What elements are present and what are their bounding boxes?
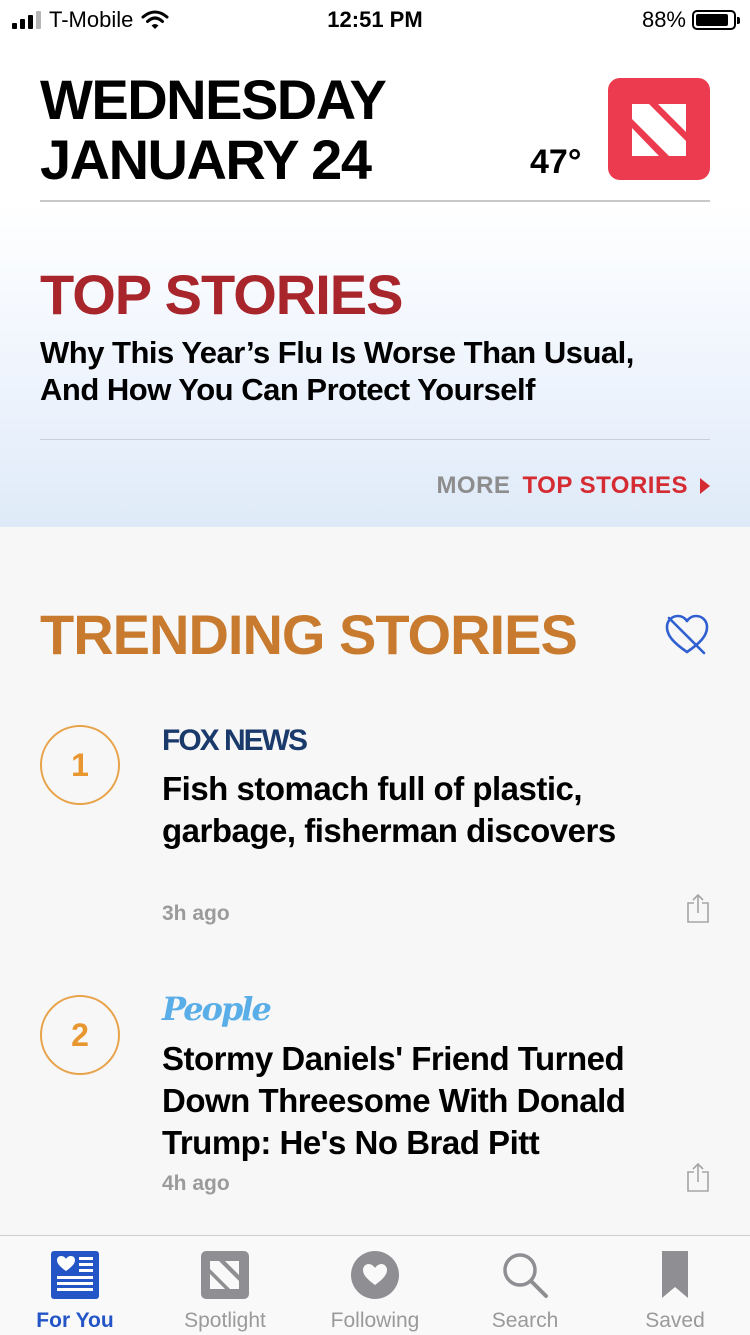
search-icon: [503, 1253, 548, 1298]
top-story-headline[interactable]: Why This Year’s Flu Is Worse Than Usual,…: [40, 334, 690, 408]
tab-label: For You: [36, 1309, 114, 1332]
weather-temperature[interactable]: 47°: [530, 143, 581, 182]
tab-label: Spotlight: [184, 1309, 266, 1332]
bookmark-icon: [662, 1251, 688, 1298]
share-icon[interactable]: [686, 1162, 710, 1192]
status-right: 88%: [641, 7, 740, 33]
date-heading: WEDNESDAY JANUARY 24: [40, 68, 387, 191]
top-stories-title[interactable]: TOP STORIES: [40, 262, 403, 327]
trending-headline[interactable]: Stormy Daniels' Friend Turned Down Three…: [162, 1038, 702, 1164]
chevron-right-icon: [700, 478, 710, 494]
more-prefix: MORE: [436, 472, 511, 499]
tab-label: Following: [330, 1309, 420, 1332]
top-stories-divider: [40, 439, 710, 440]
tab-label: Saved: [645, 1309, 705, 1332]
for-you-icon: [51, 1251, 99, 1299]
share-icon[interactable]: [686, 893, 710, 923]
trending-headline-line: Fish stomach full of plastic,: [162, 770, 583, 807]
source-logo-fox-news[interactable]: FOX NEWS: [162, 724, 308, 758]
top-story-headline-line: And How You Can Protect Yourself: [40, 372, 536, 407]
tab-label: Search: [491, 1309, 559, 1332]
tab-bar: For You Spotlight Following Search Saved: [0, 1235, 750, 1335]
trending-headline-line: garbage, fisherman discovers: [162, 812, 616, 849]
trending-headline-line: Trump: He's No Brad Pitt: [162, 1124, 540, 1161]
trending-rank-badge: 2: [40, 995, 120, 1075]
tab-saved[interactable]: Saved: [600, 1236, 750, 1335]
trending-headline-line: Stormy Daniels' Friend Turned: [162, 1040, 625, 1077]
source-logo-people[interactable]: People: [162, 990, 272, 1028]
timestamp: 4h ago: [162, 1172, 230, 1195]
tab-spotlight[interactable]: Spotlight: [150, 1236, 300, 1335]
more-label: TOP STORIES: [522, 472, 688, 499]
timestamp: 3h ago: [162, 902, 230, 925]
top-story-headline-line: Why This Year’s Flu Is Worse Than Usual,: [40, 335, 634, 370]
trending-stories-title: TRENDING STORIES: [40, 603, 578, 666]
tab-search[interactable]: Search: [450, 1236, 600, 1335]
trending-headline[interactable]: Fish stomach full of plastic, garbage, f…: [162, 768, 702, 852]
apple-news-logo-icon: [608, 78, 710, 180]
following-icon: [351, 1251, 399, 1299]
status-bar: T-Mobile 12:51 PM 88%: [0, 0, 750, 40]
trending-headline-line: Down Threesome With Donald: [162, 1082, 626, 1119]
tab-following[interactable]: Following: [300, 1236, 450, 1335]
clock: 12:51 PM: [327, 7, 423, 32]
spotlight-icon: [201, 1251, 249, 1299]
more-top-stories-link[interactable]: MORE TOP STORIES: [436, 472, 710, 500]
weekday: WEDNESDAY: [40, 68, 387, 131]
dislike-heart-icon[interactable]: [664, 612, 710, 656]
tab-for-you[interactable]: For You: [0, 1236, 150, 1335]
month-day: JANUARY 24: [40, 128, 372, 191]
battery-icon: [692, 10, 740, 30]
battery-percent: 88%: [641, 7, 686, 32]
trending-rank-badge: 1: [40, 725, 120, 805]
